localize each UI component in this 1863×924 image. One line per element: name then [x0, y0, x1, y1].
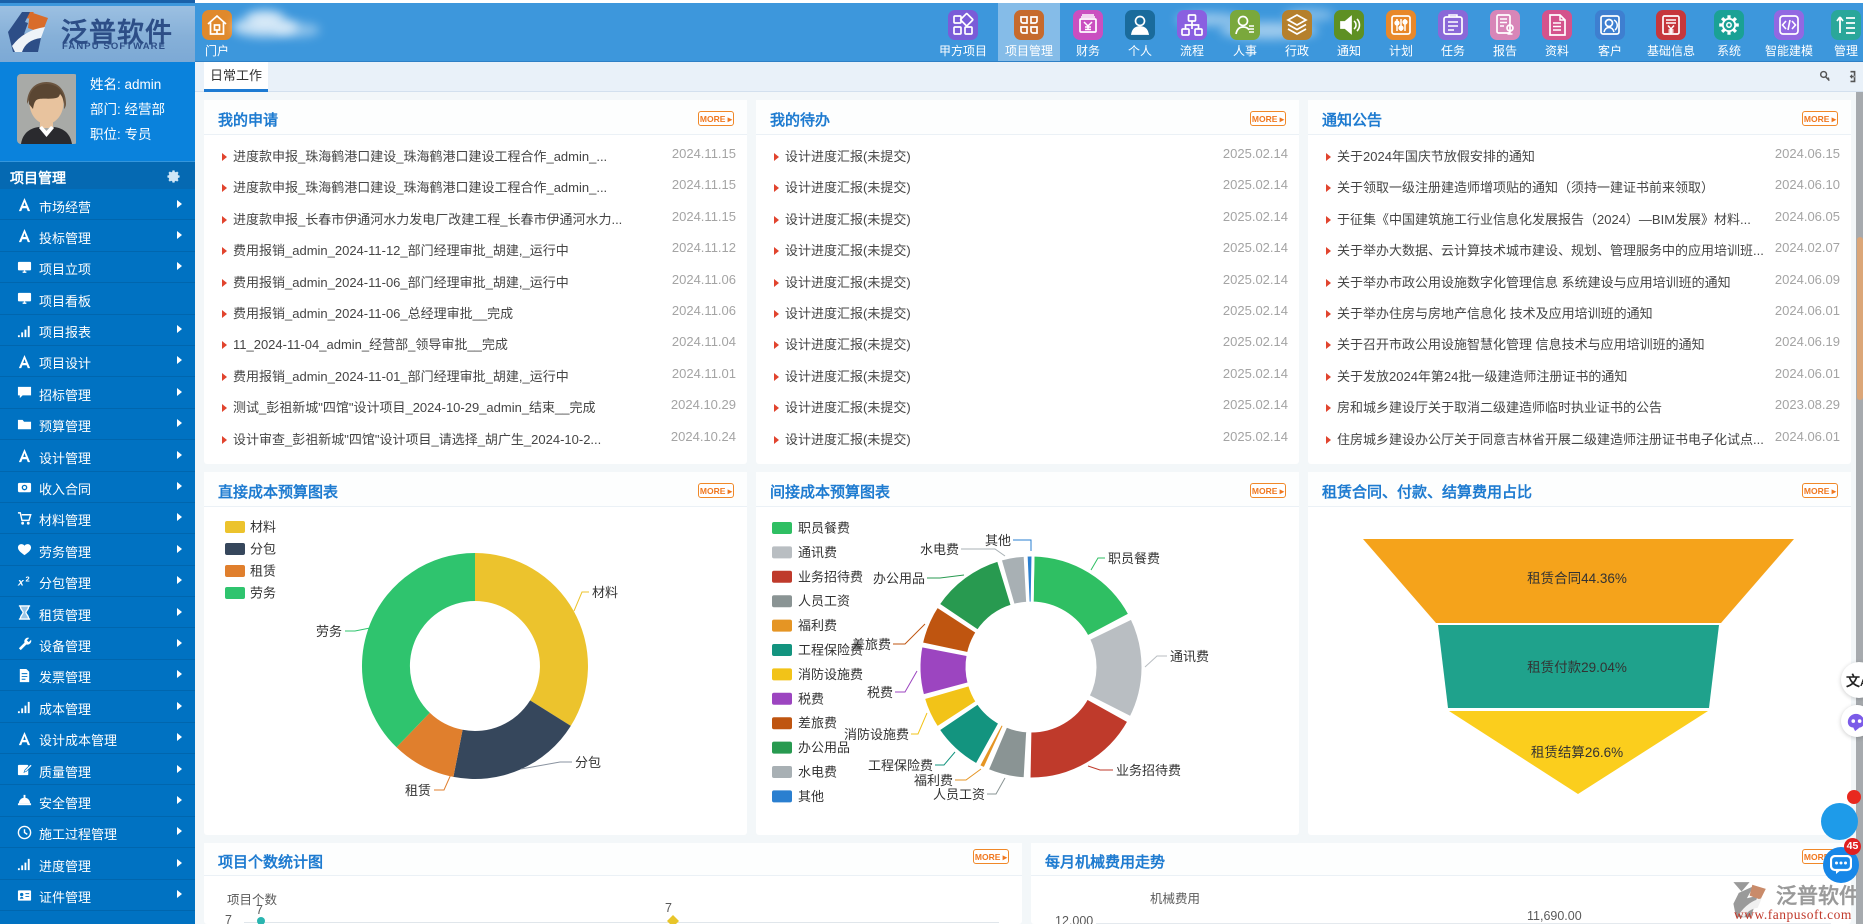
svg-text:x: x [17, 577, 25, 588]
svg-text:2: 2 [25, 574, 29, 583]
svg-text:通讯费: 通讯费 [798, 545, 837, 560]
svg-text:分包: 分包 [575, 755, 601, 770]
svg-text:材料: 材料 [592, 585, 618, 600]
svg-text:www.fanpusoft.com: www.fanpusoft.com [1734, 907, 1852, 922]
svg-text:水电费: 水电费 [920, 542, 959, 557]
svg-text:材料: 材料 [250, 520, 276, 535]
svg-text:差旅费: 差旅费 [852, 637, 891, 652]
svg-text:职员餐费: 职员餐费 [1108, 551, 1160, 566]
svg-text:办公用品: 办公用品 [873, 571, 925, 586]
svg-text:工程保险费: 工程保险费 [868, 758, 933, 773]
svg-text:福利费: 福利费 [914, 773, 953, 788]
svg-text:福利费: 福利费 [798, 618, 837, 633]
svg-text:办公用品: 办公用品 [798, 740, 850, 755]
svg-text:劳务: 劳务 [316, 624, 342, 639]
svg-text:职员餐费: 职员餐费 [798, 521, 850, 536]
svg-text:人员工资: 人员工资 [933, 787, 985, 802]
svg-text:业务招待费: 业务招待费 [798, 569, 863, 584]
svg-text:通讯费: 通讯费 [1170, 649, 1209, 664]
svg-text:分包: 分包 [250, 542, 276, 557]
svg-text:业务招待费: 业务招待费 [1116, 763, 1181, 778]
svg-text:租赁: 租赁 [250, 564, 276, 579]
svg-text:差旅费: 差旅费 [798, 716, 837, 731]
svg-text:人员工资: 人员工资 [798, 594, 850, 609]
svg-text:消防设施费: 消防设施费 [798, 667, 863, 682]
svg-text:税费: 税费 [798, 691, 824, 706]
svg-text:劳务: 劳务 [250, 586, 276, 601]
svg-text:租赁付款29.04%: 租赁付款29.04% [1527, 660, 1627, 675]
svg-text:泛普软件: 泛普软件 [1776, 884, 1860, 908]
svg-text:税费: 税费 [867, 685, 893, 700]
svg-text:水电费: 水电费 [798, 765, 837, 780]
svg-text:租赁合同44.36%: 租赁合同44.36% [1527, 571, 1627, 586]
svg-text:消防设施费: 消防设施费 [844, 727, 909, 742]
svg-text:其他: 其他 [798, 789, 824, 804]
svg-text:其他: 其他 [985, 533, 1011, 548]
svg-text:租赁: 租赁 [405, 783, 431, 798]
svg-text:租赁结算26.6%: 租赁结算26.6% [1531, 745, 1623, 760]
